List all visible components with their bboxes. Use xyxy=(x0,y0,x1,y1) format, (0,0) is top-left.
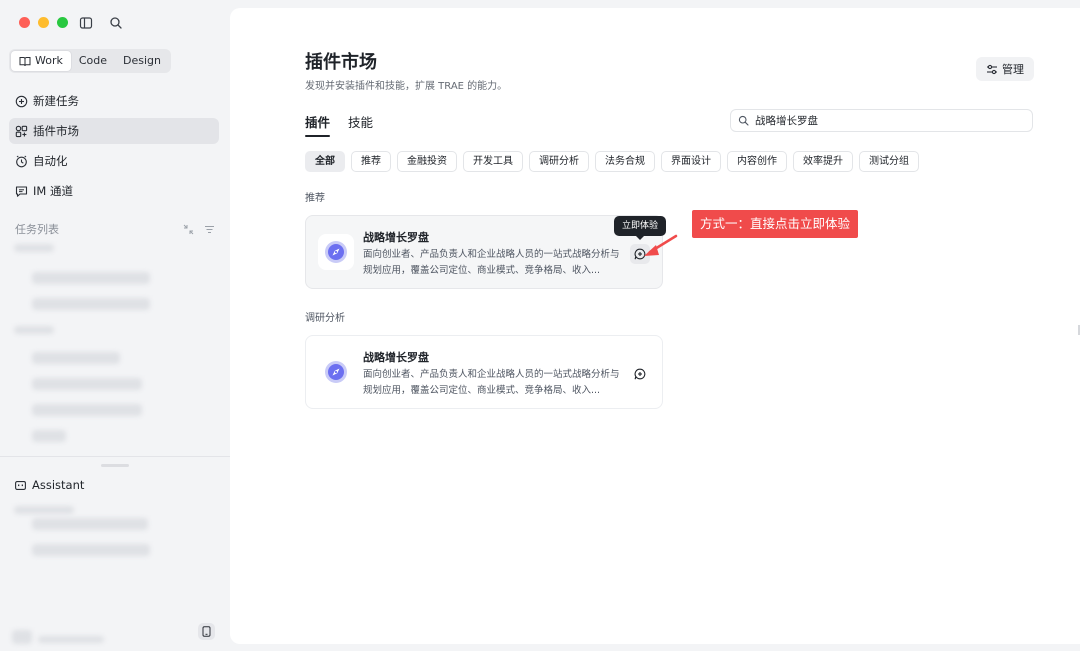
task-list-title: 任务列表 xyxy=(15,223,59,236)
search-icon xyxy=(738,115,749,126)
filter-chip[interactable]: 法务合规 xyxy=(595,151,655,172)
task-item-placeholder[interactable] xyxy=(32,272,150,284)
mode-work-label: Work xyxy=(35,54,63,67)
tabs: 插件 技能 xyxy=(305,112,373,137)
add-chat-icon xyxy=(634,368,646,380)
tab-skills[interactable]: 技能 xyxy=(348,112,373,137)
minimize-window-button[interactable] xyxy=(38,17,49,28)
task-item-placeholder[interactable] xyxy=(32,352,120,364)
chat-icon xyxy=(15,185,28,197)
close-window-button[interactable] xyxy=(19,17,30,28)
filter-chip[interactable]: 界面设计 xyxy=(661,151,721,172)
task-group-placeholder xyxy=(14,326,54,334)
sidebar-item-label: 自动化 xyxy=(33,154,68,168)
section-label-recommended: 推荐 xyxy=(305,193,325,204)
sidebar-item-label: 插件市场 xyxy=(33,124,79,138)
task-item-placeholder[interactable] xyxy=(32,430,66,442)
device-icon xyxy=(202,626,211,637)
collapse-icon[interactable] xyxy=(183,224,194,235)
book-icon xyxy=(19,56,31,66)
section-label-research: 调研分析 xyxy=(305,313,345,324)
filter-chip[interactable]: 推荐 xyxy=(351,151,391,172)
tab-plugins[interactable]: 插件 xyxy=(305,112,331,137)
filter-chip[interactable]: 测试分组 xyxy=(859,151,919,172)
plus-circle-icon xyxy=(15,95,28,107)
app-window: Work Code Design 新建任务 插件市场 自动化 IM 通道 任务列… xyxy=(0,0,1080,651)
plugin-logo xyxy=(318,234,354,270)
user-avatar-placeholder[interactable] xyxy=(12,630,32,644)
sidebar-item-label: 新建任务 xyxy=(33,94,79,108)
mode-design-label: Design xyxy=(123,54,162,67)
plugin-title: 战略增长罗盘 xyxy=(363,351,429,364)
plugin-description: 面向创业者、产品负责人和企业战略人员的一站式战略分析与规划应用，覆盖公司定位、商… xyxy=(363,249,620,276)
compass-icon xyxy=(325,241,347,263)
mode-design-button[interactable]: Design xyxy=(115,51,169,71)
filter-icon[interactable] xyxy=(204,224,215,235)
filter-chip[interactable]: 调研分析 xyxy=(529,151,589,172)
compass-icon xyxy=(325,361,347,383)
plugin-search-input[interactable]: 战略增长罗盘 xyxy=(730,109,1033,132)
plugin-logo xyxy=(318,354,354,390)
sidebar-toggle-icon[interactable] xyxy=(79,16,93,30)
manage-label: 管理 xyxy=(1002,63,1024,76)
filter-chip[interactable]: 内容创作 xyxy=(727,151,787,172)
window-controls xyxy=(19,17,68,28)
plugin-icon xyxy=(15,125,28,137)
sidebar-nav: 新建任务 插件市场 自动化 IM 通道 xyxy=(9,88,219,208)
mode-switch: Work Code Design xyxy=(9,49,172,73)
manage-button[interactable]: 管理 xyxy=(976,57,1034,81)
task-item-placeholder[interactable] xyxy=(32,404,142,416)
sidebar-item-im-channel[interactable]: IM 通道 xyxy=(9,178,219,204)
assistant-entry[interactable]: Assistant xyxy=(15,478,84,492)
filter-chip[interactable]: 全部 xyxy=(305,151,345,172)
mode-work-button[interactable]: Work xyxy=(11,51,71,71)
assistant-item-placeholder[interactable] xyxy=(32,544,150,556)
sidebar-divider xyxy=(0,456,230,457)
page-title: 插件市场 xyxy=(305,52,377,73)
plugin-description: 面向创业者、产品负责人和企业战略人员的一站式战略分析与规划应用，覆盖公司定位、商… xyxy=(363,369,620,396)
main-panel: 插件市场 发现并安装插件和技能，扩展 TRAE 的能力。 管理 插件 技能 战略… xyxy=(230,8,1080,644)
page-subtitle: 发现并安装插件和技能，扩展 TRAE 的能力。 xyxy=(305,81,508,92)
annotation-arrow-icon xyxy=(644,234,678,256)
sidebar-item-automation[interactable]: 自动化 xyxy=(9,148,219,174)
task-item-placeholder[interactable] xyxy=(32,378,142,390)
assistant-label: Assistant xyxy=(32,478,85,492)
annotation-callout: 方式一：直接点击立即体验 xyxy=(692,210,859,238)
assistant-icon xyxy=(15,480,26,490)
user-name-placeholder xyxy=(38,636,104,643)
filter-chip[interactable]: 效率提升 xyxy=(793,151,853,172)
try-now-button[interactable] xyxy=(630,364,650,384)
task-group-placeholder xyxy=(14,244,54,252)
search-value: 战略增长罗盘 xyxy=(755,115,818,127)
zoom-window-button[interactable] xyxy=(57,17,68,28)
mode-code-button[interactable]: Code xyxy=(71,51,115,71)
plugin-card[interactable]: 战略增长罗盘 面向创业者、产品负责人和企业战略人员的一站式战略分析与规划应用，覆… xyxy=(305,335,663,409)
sidebar-item-plugin-market[interactable]: 插件市场 xyxy=(9,118,219,144)
assistant-item-placeholder[interactable] xyxy=(32,518,148,530)
sliders-icon xyxy=(987,64,997,74)
sidebar: Work Code Design 新建任务 插件市场 自动化 IM 通道 任务列… xyxy=(0,0,230,651)
device-button[interactable] xyxy=(198,623,215,640)
filter-chip[interactable]: 开发工具 xyxy=(463,151,523,172)
resize-handle[interactable] xyxy=(101,464,129,467)
mode-code-label: Code xyxy=(78,54,108,67)
clock-icon xyxy=(16,155,27,167)
filter-chip[interactable]: 金融投资 xyxy=(397,151,457,172)
sidebar-item-new-task[interactable]: 新建任务 xyxy=(9,88,219,114)
search-icon[interactable] xyxy=(109,16,123,30)
task-list-header: 任务列表 xyxy=(15,221,215,237)
category-filters: 全部 推荐 金融投资 开发工具 调研分析 法务合规 界面设计 内容创作 效率提升… xyxy=(305,151,919,172)
plugin-title: 战略增长罗盘 xyxy=(363,231,429,244)
assistant-group-placeholder xyxy=(14,506,74,514)
plugin-card[interactable]: 战略增长罗盘 面向创业者、产品负责人和企业战略人员的一站式战略分析与规划应用，覆… xyxy=(305,215,663,289)
task-item-placeholder[interactable] xyxy=(32,298,150,310)
sidebar-item-label: IM 通道 xyxy=(33,184,73,198)
